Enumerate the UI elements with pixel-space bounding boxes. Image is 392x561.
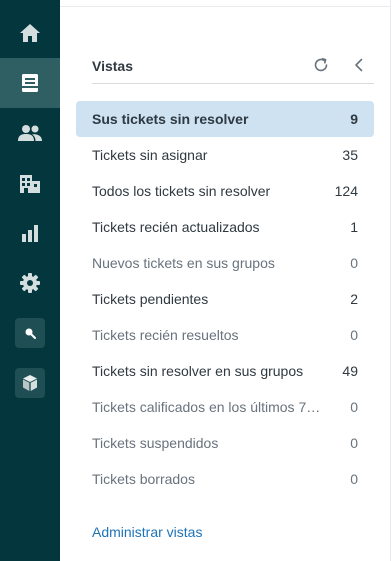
views-icon [22, 74, 38, 92]
customers-icon [18, 125, 42, 141]
main-nav-rail [0, 0, 60, 561]
view-item[interactable]: Tickets borrados 0 [76, 461, 374, 497]
view-item-label: Todos los tickets sin resolver [92, 183, 271, 199]
views-panel: Vistas Sus tickets sin resolver 9 Ticket… [60, 0, 391, 561]
view-item-label: Tickets recién actualizados [92, 219, 260, 235]
manage-views-link[interactable]: Administrar vistas [92, 524, 202, 540]
view-item-label: Tickets pendientes [92, 291, 209, 307]
refresh-icon [314, 58, 328, 72]
view-item-label: Sus tickets sin resolver [92, 111, 249, 127]
nav-reporting[interactable] [0, 208, 60, 258]
view-item-count: 0 [350, 435, 358, 451]
view-item-count: 124 [334, 183, 358, 199]
apps-icon [23, 375, 37, 391]
view-item-label: Tickets sin asignar [92, 147, 208, 163]
nav-search[interactable] [0, 308, 60, 358]
view-item[interactable]: Tickets sin resolver en sus grupos 49 [76, 353, 374, 389]
search-icon [25, 328, 36, 339]
refresh-views-button[interactable] [310, 54, 332, 76]
view-item-label: Tickets recién resueltos [92, 327, 239, 343]
view-item[interactable]: Sus tickets sin resolver 9 [76, 101, 374, 137]
view-item-count: 9 [350, 111, 358, 127]
view-item-label: Nuevos tickets en sus grupos [92, 255, 275, 271]
top-divider [60, 6, 391, 7]
nav-organizations[interactable] [0, 158, 60, 208]
nav-apps[interactable] [0, 358, 60, 408]
admin-gear-icon [20, 273, 40, 293]
view-item[interactable]: Tickets recién actualizados 1 [76, 209, 374, 245]
view-item-count: 0 [350, 327, 358, 343]
view-item-count: 35 [342, 147, 358, 163]
view-item-label: Tickets borrados [92, 471, 195, 487]
views-list: Sus tickets sin resolver 9 Tickets sin a… [76, 101, 374, 497]
home-icon [20, 24, 40, 42]
panel-right-border [390, 0, 391, 561]
view-item-count: 0 [350, 471, 358, 487]
view-item[interactable]: Tickets recién resueltos 0 [76, 317, 374, 353]
view-item-count: 0 [350, 255, 358, 271]
view-item[interactable]: Todos los tickets sin resolver 124 [76, 173, 374, 209]
nav-views[interactable] [0, 58, 60, 108]
chevron-left-icon [355, 58, 363, 72]
view-item[interactable]: Tickets suspendidos 0 [76, 425, 374, 461]
view-item-count: 49 [342, 363, 358, 379]
views-header: Vistas [92, 52, 374, 84]
nav-home[interactable] [0, 8, 60, 58]
view-item-count: 0 [350, 399, 358, 415]
view-item-label: Tickets calificados en los últimos 7 día… [92, 399, 334, 415]
views-title: Vistas [92, 58, 133, 74]
view-item[interactable]: Tickets calificados en los últimos 7 día… [76, 389, 374, 425]
view-item-label: Tickets suspendidos [92, 435, 219, 451]
view-item-label: Tickets sin resolver en sus grupos [92, 363, 304, 379]
apps-box-tile [15, 368, 45, 398]
search-box-tile [15, 318, 45, 348]
view-item-count: 1 [350, 219, 358, 235]
organizations-icon [20, 175, 40, 193]
collapse-views-button[interactable] [348, 54, 370, 76]
nav-customers[interactable] [0, 108, 60, 158]
reporting-icon [22, 225, 38, 242]
view-item[interactable]: Nuevos tickets en sus grupos 0 [76, 245, 374, 281]
view-item[interactable]: Tickets pendientes 2 [76, 281, 374, 317]
view-item-count: 2 [350, 291, 358, 307]
view-item[interactable]: Tickets sin asignar 35 [76, 137, 374, 173]
nav-admin[interactable] [0, 258, 60, 308]
